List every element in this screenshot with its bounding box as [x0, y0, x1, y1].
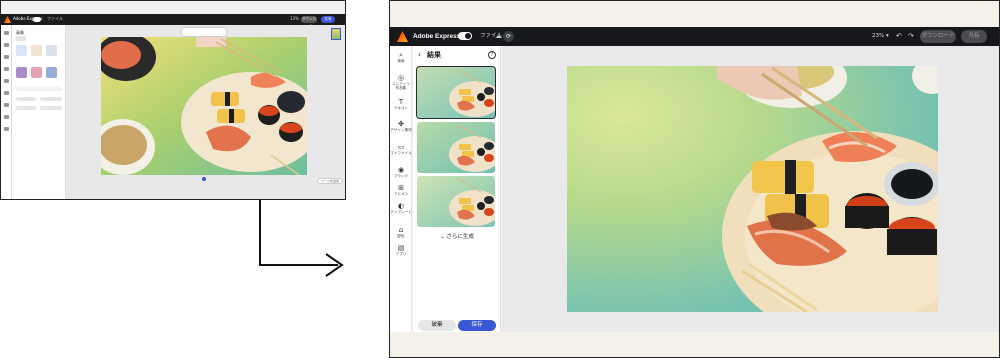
adobe-logo-icon: [397, 31, 408, 42]
rail-label: アプリ: [395, 252, 407, 256]
palette-icon: ⌂: [398, 226, 404, 234]
discard-button[interactable]: 破棄: [418, 320, 456, 331]
rail-label: アドオン: [393, 192, 409, 196]
rail-label: コンテンツ 作品集: [392, 82, 410, 91]
bottom-area: [390, 332, 999, 357]
rail-label: デザイン素材: [390, 128, 412, 132]
rail-label: 配色: [397, 234, 405, 238]
apps-icon: ▤: [397, 244, 405, 252]
download-button[interactable]: ダウンロード: [920, 30, 956, 43]
rail-item-search[interactable]: ⌕ 検索: [390, 51, 412, 63]
cloud-icon[interactable]: ☁: [495, 32, 502, 41]
rail-item-text[interactable]: T テキスト: [390, 98, 412, 110]
share-button[interactable]: 共有: [961, 30, 987, 43]
left-rail: ⌕ 検索 ◎ コンテンツ 作品集 T テキスト ✤ デザイン素材 ▭ マイファイ…: [390, 46, 412, 332]
result-thumbnail-2[interactable]: [417, 122, 495, 173]
app-topbar: Adobe Express ファイル ▾ ☁ ⟳ 23% ▾ ↶ ↷ ダウンロー…: [390, 27, 999, 46]
after-screenshot: Adobe Express ファイル ▾ ☁ ⟳ 23% ▾ ↶ ↷ ダウンロー…: [389, 0, 1000, 358]
panel-title: 結果: [427, 51, 441, 59]
rail-item-files[interactable]: ▭ マイファイル: [390, 143, 412, 155]
rail-label: マイファイル: [390, 151, 412, 155]
zoom-value: 23%: [872, 33, 885, 39]
canvas-image[interactable]: [567, 66, 938, 312]
generate-more-label: さらに生成: [446, 234, 474, 240]
chevron-down-icon: ⌄: [440, 234, 445, 240]
brand-icon: ◉: [397, 166, 405, 174]
content-icon: ◎: [397, 74, 405, 82]
rail-label: テンプレート: [390, 210, 412, 214]
undo-icon[interactable]: ↶: [896, 31, 902, 42]
connector-arrow-icon: [259, 200, 344, 277]
rail-item-templates[interactable]: ◐ テンプレート: [390, 202, 412, 214]
sushi-result-image: [417, 176, 495, 227]
rail-label: 検索: [397, 59, 405, 63]
rail-item-apps[interactable]: ▤ アプリ: [390, 244, 412, 256]
generate-more-button[interactable]: ⌄ さらに生成: [413, 233, 501, 241]
app-title: Adobe Express: [413, 33, 461, 40]
rail-item-addon[interactable]: ⊞ アドオン: [390, 184, 412, 196]
back-arrow-icon[interactable]: ‹: [418, 50, 421, 60]
save-button[interactable]: 保存: [458, 320, 496, 331]
result-thumbnail-1[interactable]: [416, 66, 496, 119]
mode-toggle[interactable]: [458, 32, 472, 40]
result-thumbnail-3[interactable]: [417, 176, 495, 227]
addon-icon: ⊞: [398, 184, 404, 192]
search-icon: ⌕: [399, 51, 403, 59]
sushi-photo-generated: [567, 66, 938, 312]
rail-label: ブランド: [393, 174, 409, 178]
rail-item-brand[interactable]: ◉ ブランド: [390, 166, 412, 178]
rail-item-design[interactable]: ✤ デザイン素材: [390, 120, 412, 132]
sushi-result-image: [417, 67, 495, 118]
rail-item-content[interactable]: ◎ コンテンツ 作品集: [390, 74, 412, 91]
text-icon: T: [398, 98, 404, 106]
results-panel: ‹ 結果 ? ⌄ さらに生成 破棄 保存: [413, 46, 501, 332]
rail-item-palette[interactable]: ⌂ 配色: [390, 226, 412, 238]
file-icon: ▭: [397, 143, 405, 151]
redo-icon[interactable]: ↷: [908, 31, 914, 42]
sushi-result-image: [417, 122, 495, 173]
help-icon[interactable]: ?: [488, 51, 496, 59]
design-icon: ✤: [398, 120, 404, 128]
template-icon: ◐: [397, 202, 405, 210]
zoom-dropdown[interactable]: 23% ▾: [872, 31, 889, 42]
tutorial-figure: Adobe Express ファイル 13% ダウンロード 共有 画像: [0, 0, 1000, 358]
rail-label: テキスト: [393, 106, 409, 110]
sync-status-icon[interactable]: ⟳: [503, 31, 514, 42]
